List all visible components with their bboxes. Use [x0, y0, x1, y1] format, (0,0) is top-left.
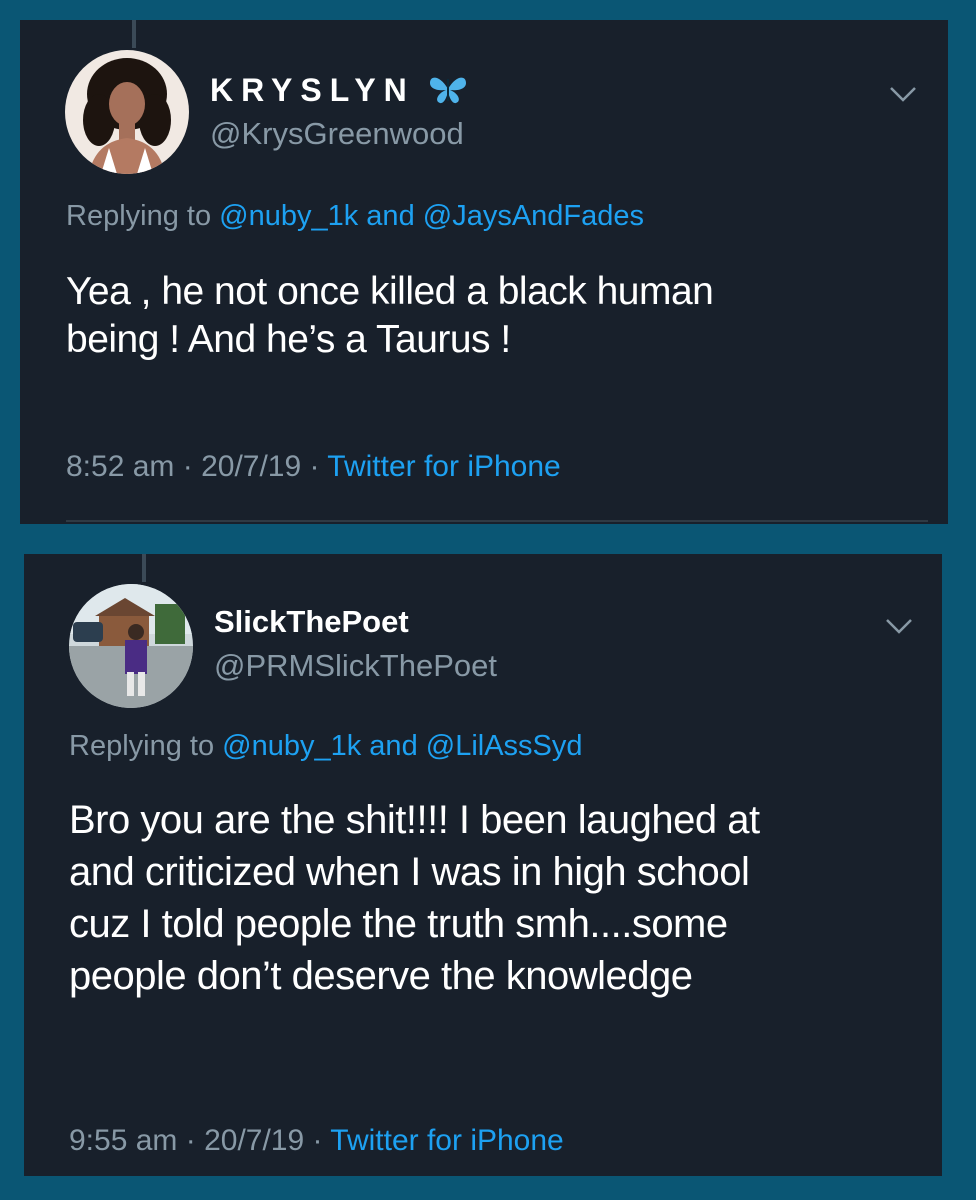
- chevron-down-icon[interactable]: [884, 616, 914, 641]
- reply-prefix: Replying to: [69, 730, 223, 762]
- tweet-text-line: Bro you are the shit!!!! I been laughed …: [69, 798, 760, 842]
- reply-mention-link[interactable]: @nuby_1k: [222, 730, 361, 762]
- reply-mention-link[interactable]: @nuby_1k: [219, 200, 358, 232]
- tweet-text-line: Yea , he not once killed a black human: [66, 270, 714, 313]
- tweet-source-link[interactable]: Twitter for iPhone: [327, 450, 560, 483]
- tweet-date[interactable]: 20/7/19: [204, 1124, 304, 1157]
- tweet-text: Bro you are the shit!!!! I been laughed …: [69, 794, 929, 1002]
- tweet-text-line: and criticized when I was in high school: [69, 850, 750, 894]
- tweet-card-prmslickthepoet: SlickThePoet @PRMSlickThePoet Replying t…: [24, 554, 942, 1176]
- reply-mention-link[interactable]: @JaysAndFades: [423, 200, 644, 232]
- separator: ·: [304, 1124, 331, 1157]
- display-name[interactable]: KRYSLYN: [210, 72, 468, 113]
- display-name-text: KRYSLYN: [210, 72, 415, 108]
- reply-prefix: Replying to: [66, 200, 220, 232]
- tweet-meta: 9:55 am · 20/7/19 · Twitter for iPhone: [69, 1124, 564, 1158]
- reply-and[interactable]: and: [358, 200, 423, 232]
- user-handle[interactable]: @PRMSlickThePoet: [214, 648, 497, 684]
- tweet-meta: 8:52 am · 20/7/19 · Twitter for iPhone: [66, 450, 561, 484]
- separator: ·: [174, 450, 202, 483]
- display-name[interactable]: SlickThePoet: [214, 604, 409, 640]
- reply-and[interactable]: and: [361, 730, 426, 762]
- tweet-time[interactable]: 9:55 am: [69, 1124, 177, 1157]
- butterfly-icon: [428, 73, 468, 113]
- avatar-krysgreenwood[interactable]: [65, 50, 189, 174]
- replying-to: Replying to @nuby_1k and @JaysAndFades: [66, 200, 644, 233]
- replying-to: Replying to @nuby_1k and @LilAssSyd: [69, 730, 583, 763]
- avatar-prmslickthepoet[interactable]: [69, 584, 193, 708]
- tweet-time[interactable]: 8:52 am: [66, 450, 174, 483]
- tweet-date[interactable]: 20/7/19: [201, 450, 301, 483]
- tweet-text: Yea , he not once killed a black human b…: [66, 268, 926, 363]
- reply-mention-link[interactable]: @LilAssSyd: [426, 730, 583, 762]
- user-handle[interactable]: @KrysGreenwood: [210, 116, 464, 152]
- separator: ·: [177, 1124, 205, 1157]
- separator: ·: [301, 450, 328, 483]
- thread-connector: [142, 554, 146, 582]
- tweet-text-line: being ! And he’s a Taurus !: [66, 317, 511, 361]
- divider: [66, 520, 928, 522]
- tweet-text-line: people don’t deserve the knowledge: [69, 954, 693, 998]
- tweet-card-krysgreenwood: KRYSLYN @KrysGreenwood Replying to @nuby…: [20, 20, 948, 524]
- thread-connector: [132, 20, 136, 48]
- tweet-source-link[interactable]: Twitter for iPhone: [330, 1124, 563, 1157]
- tweet-text-line: cuz I told people the truth smh....some: [69, 902, 728, 946]
- chevron-down-icon[interactable]: [888, 84, 918, 109]
